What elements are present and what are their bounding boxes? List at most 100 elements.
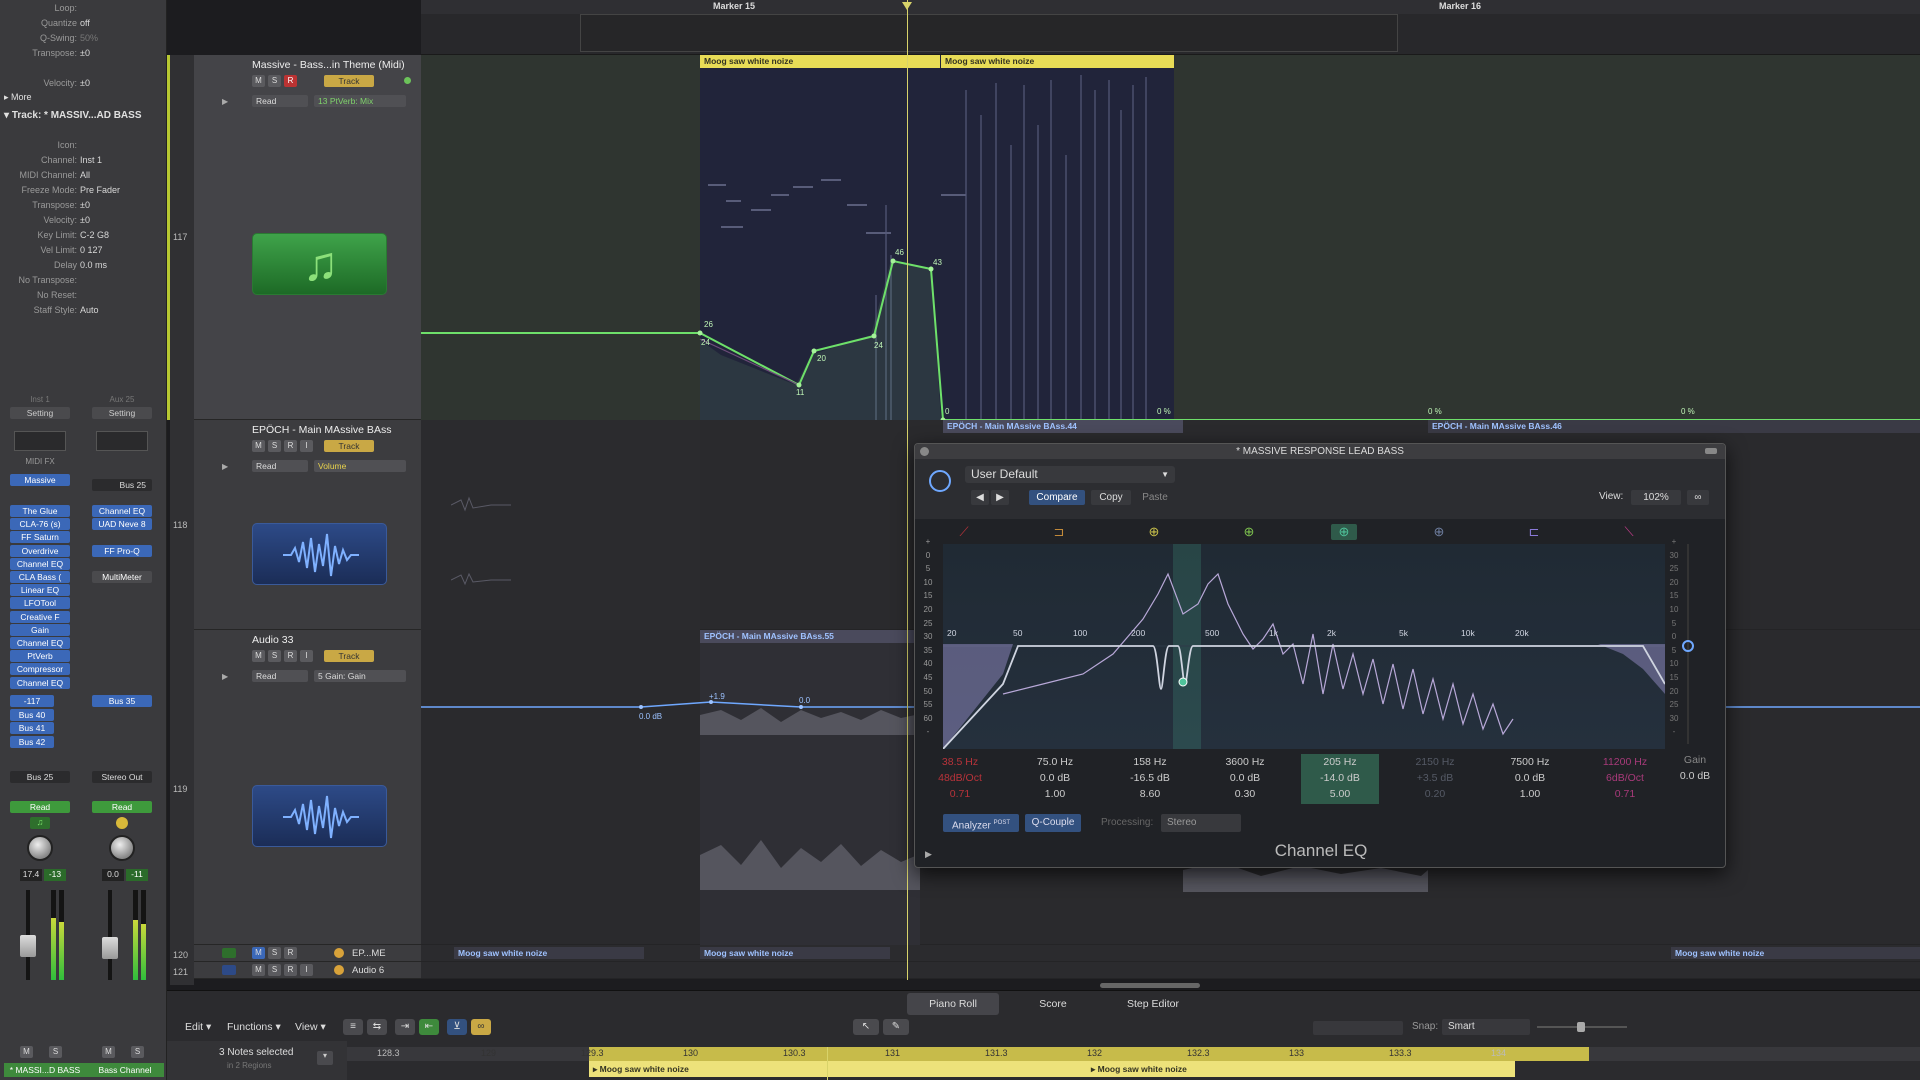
- minimize-icon[interactable]: [1705, 448, 1717, 454]
- record-button[interactable]: R: [284, 440, 297, 452]
- track-header-121[interactable]: M S R I Audio 6: [194, 962, 421, 979]
- mute-button[interactable]: M: [20, 1046, 33, 1058]
- band-7-toggle-icon[interactable]: ⊏: [1521, 524, 1547, 540]
- midi-region-header[interactable]: Moog saw white noize: [454, 947, 644, 959]
- insert-slot[interactable]: Channel EQ: [92, 505, 152, 517]
- inspector-row[interactable]: Q-Swing: 50%: [0, 33, 167, 45]
- input-monitor-button[interactable]: I: [300, 650, 313, 662]
- track-automation-button[interactable]: Track: [324, 440, 374, 452]
- inspector-row[interactable]: No Transpose:: [0, 275, 167, 287]
- paste-button[interactable]: Paste: [1135, 490, 1175, 505]
- pointer-tool-icon[interactable]: ↖: [853, 1019, 879, 1035]
- analyzer-button[interactable]: Analyzer POST: [943, 814, 1019, 832]
- output-slot[interactable]: Bus 25: [10, 771, 70, 783]
- band-3-params[interactable]: 158 Hz -16.5 dB 8.60: [1111, 754, 1189, 804]
- power-icon[interactable]: [334, 948, 344, 958]
- inspector-row[interactable]: Vel Limit: 0 127: [0, 245, 167, 257]
- editor-region[interactable]: ▸ Moog saw white noize: [589, 1061, 1087, 1077]
- solo-button[interactable]: S: [268, 75, 281, 87]
- inspector-row[interactable]: Transpose: ±0: [0, 48, 167, 60]
- band-2-toggle-icon[interactable]: ⊐: [1046, 524, 1072, 540]
- send-slot[interactable]: Bus 41: [10, 722, 54, 734]
- pan-knob[interactable]: [27, 835, 53, 861]
- inspector-row[interactable]: Freeze Mode: Pre Fader: [0, 185, 167, 197]
- insert-slot[interactable]: Gain: [10, 623, 70, 636]
- disclosure-icon[interactable]: ▶: [222, 97, 228, 106]
- pencil-tool-icon[interactable]: ✎: [883, 1019, 909, 1035]
- band-7-params[interactable]: 7500 Hz 0.0 dB 1.00: [1491, 754, 1569, 804]
- volume-fader[interactable]: [102, 937, 118, 959]
- automation-curve[interactable]: [421, 55, 1920, 420]
- insert-slot[interactable]: CLA Bass (: [10, 571, 70, 583]
- strip-name[interactable]: * MASSI...D BASS: [4, 1063, 86, 1077]
- insert-slot[interactable]: FF Pro-Q: [92, 544, 152, 557]
- inspector-row[interactable]: Quantize off: [0, 18, 167, 30]
- automation-mode-select[interactable]: Read: [252, 670, 308, 682]
- insert-slot[interactable]: Creative F: [10, 610, 70, 623]
- solo-button[interactable]: S: [268, 440, 281, 452]
- menu-view[interactable]: View ▾: [295, 1021, 326, 1033]
- band-5-params[interactable]: 205 Hz -14.0 dB 5.00: [1301, 754, 1379, 804]
- inspector-row[interactable]: Channel: Inst 1: [0, 155, 167, 167]
- instrument-slot[interactable]: Massive: [10, 474, 70, 486]
- timeline-ruler[interactable]: Marker 15 Marker 16: [421, 0, 1920, 55]
- track-name[interactable]: Massive - Bass...in Theme (Midi): [252, 59, 405, 71]
- menu-functions[interactable]: Functions ▾: [227, 1021, 281, 1033]
- strip-setting-button[interactable]: Setting: [92, 407, 152, 419]
- inspector-track-header[interactable]: ▾ Track: * MASSIV...AD BASS: [4, 110, 142, 121]
- gain-slider-thumb[interactable]: [1682, 640, 1694, 652]
- power-icon[interactable]: [334, 965, 344, 975]
- midi-in-icon[interactable]: ⇥: [395, 1019, 415, 1035]
- automation-mode-button[interactable]: Read: [92, 801, 152, 813]
- automation-mode-select[interactable]: Read: [252, 460, 308, 472]
- track-header-119[interactable]: Audio 33 M S R I Track ▶ Read 5 Gain: Ga…: [194, 630, 421, 945]
- inspector-row[interactable]: Delay 0.0 ms: [0, 260, 167, 272]
- insert-slot[interactable]: Channel EQ: [10, 637, 70, 649]
- copy-button[interactable]: Copy: [1091, 490, 1131, 505]
- audio-region-header[interactable]: EPÖCH - Main MAssive BAss.46: [1428, 420, 1920, 433]
- insert-slot[interactable]: CLA-76 (s): [10, 518, 70, 531]
- band-3-toggle-icon[interactable]: ⊕: [1141, 524, 1167, 540]
- marker-lane[interactable]: [421, 0, 1920, 14]
- eq-thumbnail[interactable]: [96, 431, 148, 451]
- lane-121[interactable]: [421, 962, 1920, 979]
- link-icon[interactable]: ∞: [1687, 490, 1709, 505]
- mute-button[interactable]: M: [252, 75, 265, 87]
- mute-button[interactable]: M: [252, 964, 265, 976]
- insert-slot[interactable]: UAD Neve 8: [92, 518, 152, 531]
- marker-label[interactable]: Marker 16: [1439, 1, 1481, 11]
- solo-button[interactable]: S: [268, 650, 281, 662]
- insert-slot[interactable]: Channel EQ: [10, 557, 70, 570]
- midi-out-icon[interactable]: ⇤: [419, 1019, 439, 1035]
- automation-param-select[interactable]: 5 Gain: Gain: [314, 670, 406, 682]
- automation-mode-select[interactable]: Read: [252, 95, 308, 107]
- preset-select[interactable]: User Default ▼: [965, 466, 1175, 483]
- band-6-toggle-icon[interactable]: ⊕: [1426, 524, 1452, 540]
- snap-select[interactable]: Smart: [1442, 1019, 1530, 1035]
- record-button[interactable]: R: [284, 964, 297, 976]
- editor-search-field[interactable]: [1313, 1021, 1403, 1035]
- inspector-more-toggle[interactable]: ▸ More: [4, 92, 32, 103]
- mute-button[interactable]: M: [102, 1046, 115, 1058]
- eq-thumbnail[interactable]: [14, 431, 66, 451]
- solo-button[interactable]: S: [131, 1046, 144, 1058]
- automation-mode-button[interactable]: Read: [10, 801, 70, 813]
- band-1-params[interactable]: 38.5 Hz 48dB/Oct 0.71: [921, 754, 999, 804]
- insert-slot[interactable]: The Glue: [10, 505, 70, 517]
- inspector-row[interactable]: MIDI Channel: All: [0, 170, 167, 182]
- send-slot[interactable]: Bus 35: [92, 695, 152, 707]
- marker-label[interactable]: Marker 15: [713, 1, 755, 11]
- eq-curve-svg[interactable]: [943, 544, 1665, 749]
- inspector-row[interactable]: Loop:: [0, 3, 167, 15]
- midi-fx-slot[interactable]: MIDI FX: [10, 457, 70, 466]
- record-button[interactable]: R: [284, 75, 297, 87]
- volume-fader[interactable]: [20, 935, 36, 957]
- tab-score[interactable]: Score: [1007, 993, 1099, 1015]
- processing-select[interactable]: Stereo: [1161, 814, 1241, 832]
- automation-param-select[interactable]: 13 PtVerb: Mix: [314, 95, 406, 107]
- band-1-toggle-icon[interactable]: ⟋: [951, 524, 977, 540]
- track-header-120[interactable]: M S R EP...ME: [194, 945, 421, 962]
- split-icon[interactable]: ⇆: [367, 1019, 387, 1035]
- record-button[interactable]: R: [284, 650, 297, 662]
- audio-region-header[interactable]: EPÖCH - Main MAssive BAss.44: [943, 420, 1183, 433]
